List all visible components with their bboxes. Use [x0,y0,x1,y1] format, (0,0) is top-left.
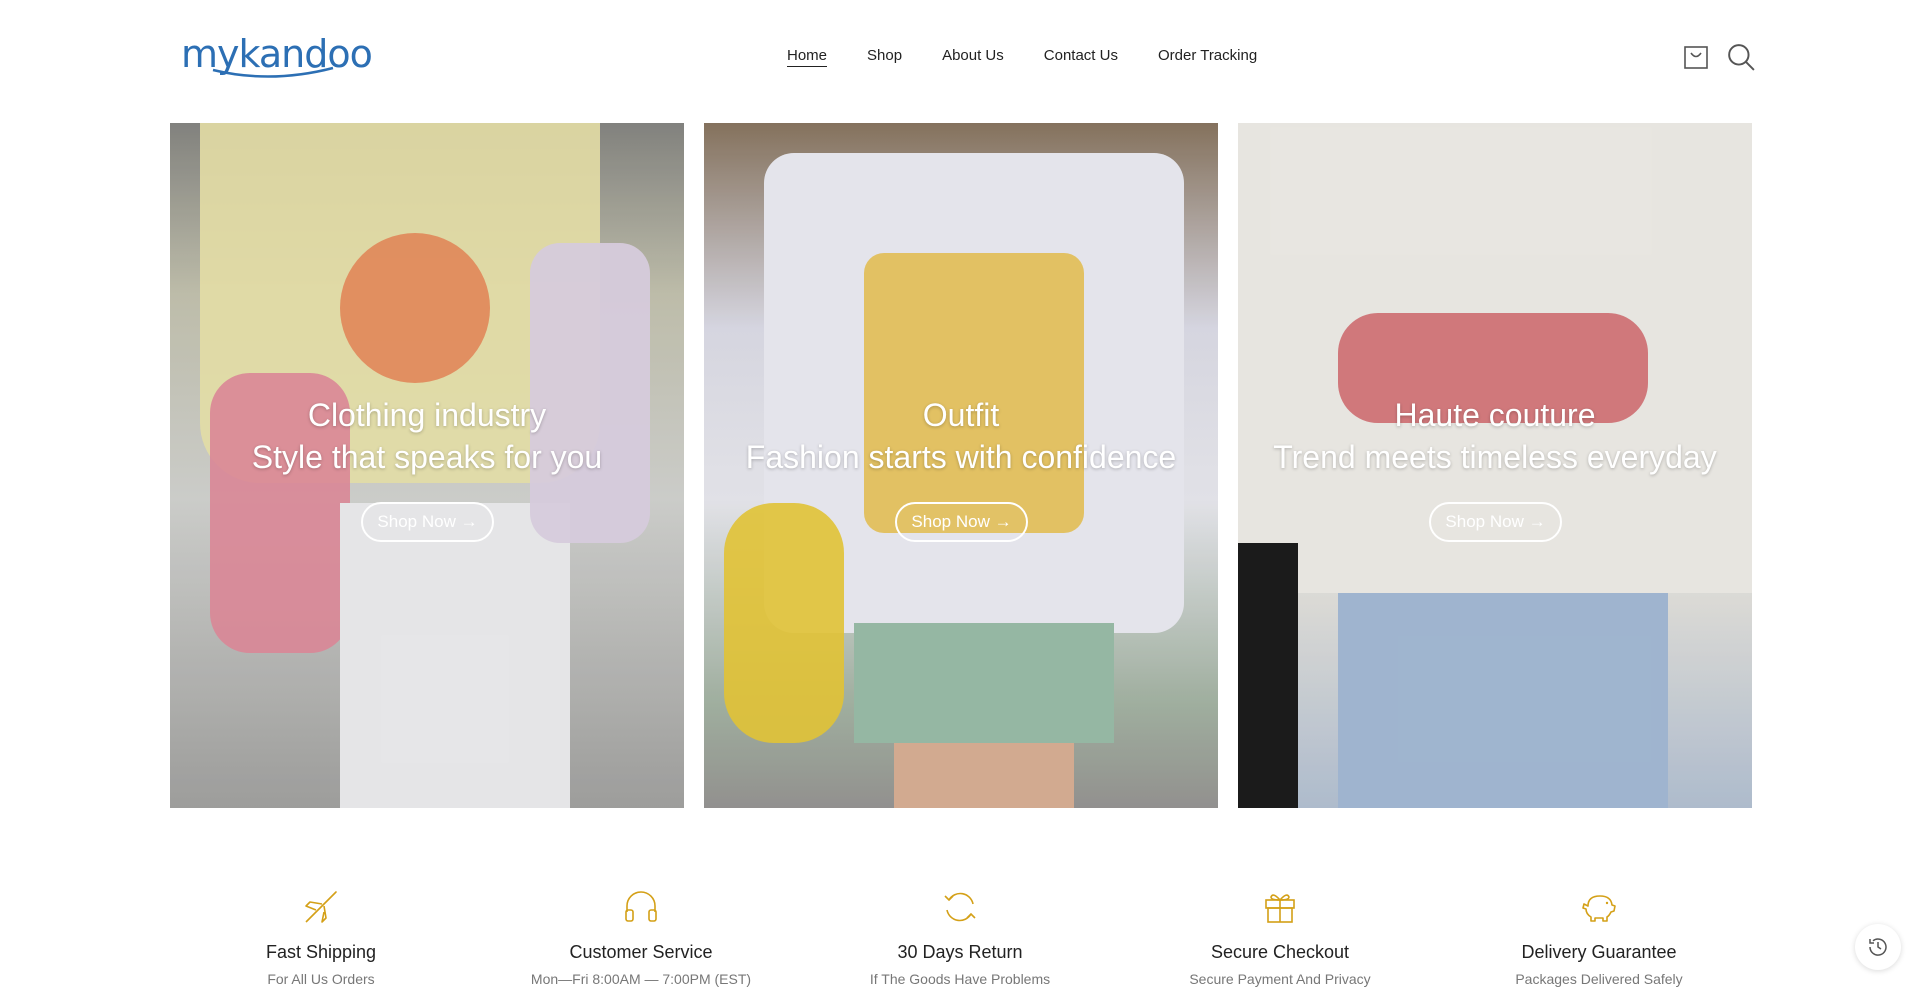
feature-secure-checkout: Secure Checkout Secure Payment And Priva… [1150,880,1410,988]
banner-title: Clothing industry [307,397,547,433]
nav-item-about-us[interactable]: About Us [942,46,1004,67]
feature-title: 30 Days Return [897,942,1023,962]
banner-outfit[interactable]: Outfit Fashion starts with confidence Sh… [704,123,1218,808]
feature-subtitle: Packages Delivered Safely [1515,971,1683,987]
nav-item-home[interactable]: Home [787,46,828,67]
feature-title: Delivery Guarantee [1521,942,1677,962]
header-actions [1683,43,1755,71]
nav-item-contact-us[interactable]: Contact Us [1044,46,1118,67]
banner-clothing-industry[interactable]: Clothing industry Style that speaks for … [170,123,684,808]
feature-title: Secure Checkout [1210,942,1350,962]
airplane-icon [305,891,337,923]
logo-swoosh-icon [212,66,334,78]
nav-item-shop[interactable]: Shop [867,46,902,67]
shop-now-button[interactable]: Shop Now → [1429,502,1562,542]
search-icon[interactable] [1727,43,1755,71]
headphones-icon [625,891,657,922]
banner-title: Haute couture [1394,397,1596,433]
site-header: mykandoo Home Shop About Us Contact Us O… [0,0,1920,115]
feature-subtitle: For All Us Orders [267,971,375,987]
feature-subtitle: Mon—Fri 8:00AM — 7:00PM (EST) [530,971,752,987]
gift-icon [1265,894,1295,923]
history-clock-icon [1869,938,1887,956]
feature-customer-service: Customer Service Mon—Fri 8:00AM — 7:00PM… [511,880,771,988]
features-strip: Fast Shipping For All Us Orders Customer… [0,880,1920,993]
feature-delivery-guarantee: Delivery Guarantee Packages Delivered Sa… [1469,880,1729,988]
shopping-bag-icon[interactable] [1683,44,1709,70]
main-nav: Home Shop About Us Contact Us Order Trac… [787,46,1257,67]
feature-subtitle: If The Goods Have Problems [869,971,1051,987]
shop-now-button[interactable]: Shop Now → [361,502,494,542]
feature-title: Customer Service [569,942,713,962]
feature-title: Fast Shipping [265,942,377,962]
banner-subtitle: Fashion starts with confidence [745,439,1177,475]
brand-logo[interactable]: mykandoo [181,30,373,80]
banner-haute-couture[interactable]: Haute couture Trend meets timeless every… [1238,123,1752,808]
nav-item-order-tracking[interactable]: Order Tracking [1158,46,1257,67]
piggy-bank-icon [1582,895,1616,922]
shop-now-button[interactable]: Shop Now → [895,502,1028,542]
history-button[interactable] [1855,924,1901,970]
banner-title: Outfit [922,397,1000,433]
return-arrows-icon [944,892,976,922]
feature-30-days-return: 30 Days Return If The Goods Have Problem… [830,880,1090,988]
banner-subtitle: Trend meets timeless everyday [1273,439,1717,475]
feature-subtitle: Secure Payment And Privacy [1189,971,1371,987]
banner-subtitle: Style that speaks for you [251,439,603,475]
hero-banners: Clothing industry Style that speaks for … [170,123,1752,808]
feature-fast-shipping: Fast Shipping For All Us Orders [191,880,451,988]
